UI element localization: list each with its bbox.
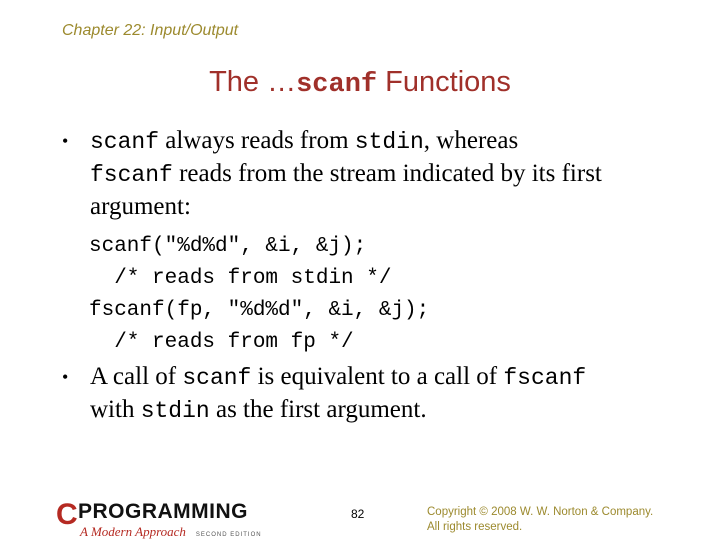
bullet-1-text: scanf always reads from stdin, whereas fs… <box>90 125 662 223</box>
bullet-2-text: A call of scanf is equivalent to a call … <box>90 361 586 427</box>
chapter-header: Chapter 22: Input/Output <box>62 22 239 39</box>
title-code: scanf <box>296 70 378 100</box>
book-logo: C PROGRAMMING A Modern Approach SECOND ED… <box>56 496 276 540</box>
logo-title: PROGRAMMING <box>78 500 248 523</box>
slide-title: The …scanf Functions <box>0 66 720 100</box>
text: A call of <box>90 363 183 390</box>
code-fscanf: fscanf <box>90 162 173 188</box>
copyright-line: All rights reserved. <box>427 521 523 533</box>
text: as the first argument. <box>209 396 427 423</box>
code-stdin: stdin <box>140 398 210 424</box>
copyright: Copyright © 2008 W. W. Norton & Company.… <box>427 505 653 535</box>
text: always reads from <box>159 127 355 154</box>
logo-subtitle: A Modern Approach SECOND EDITION <box>80 524 262 540</box>
code-scanf: scanf <box>182 365 252 391</box>
text: with <box>90 396 141 423</box>
text: is equivalent to a call of <box>251 363 504 390</box>
code-block: scanf("%d%d", &i, &j); /* reads from std… <box>89 231 429 359</box>
logo-c-icon: C <box>56 498 78 531</box>
text: , whereas <box>423 127 519 154</box>
code-fscanf: fscanf <box>503 365 587 391</box>
logo-edition: SECOND EDITION <box>195 532 262 538</box>
code-scanf: scanf <box>90 129 160 155</box>
title-suffix: Functions <box>377 66 511 98</box>
code-line: scanf("%d%d", &i, &j); <box>89 235 367 258</box>
title-prefix: The … <box>209 66 297 98</box>
code-line: fscanf(fp, "%d%d", &i, &j); <box>89 299 430 322</box>
code-stdin: stdin <box>354 129 424 155</box>
code-line: /* reads from stdin */ <box>89 267 392 290</box>
bullet-icon: • <box>62 131 69 151</box>
page-number: 82 <box>351 507 365 521</box>
logo-subtitle-text: A Modern Approach <box>80 524 186 539</box>
code-line: /* reads from fp */ <box>89 331 354 354</box>
copyright-line: Copyright © 2008 W. W. Norton & Company. <box>427 506 654 518</box>
bullet-icon: • <box>62 367 69 387</box>
